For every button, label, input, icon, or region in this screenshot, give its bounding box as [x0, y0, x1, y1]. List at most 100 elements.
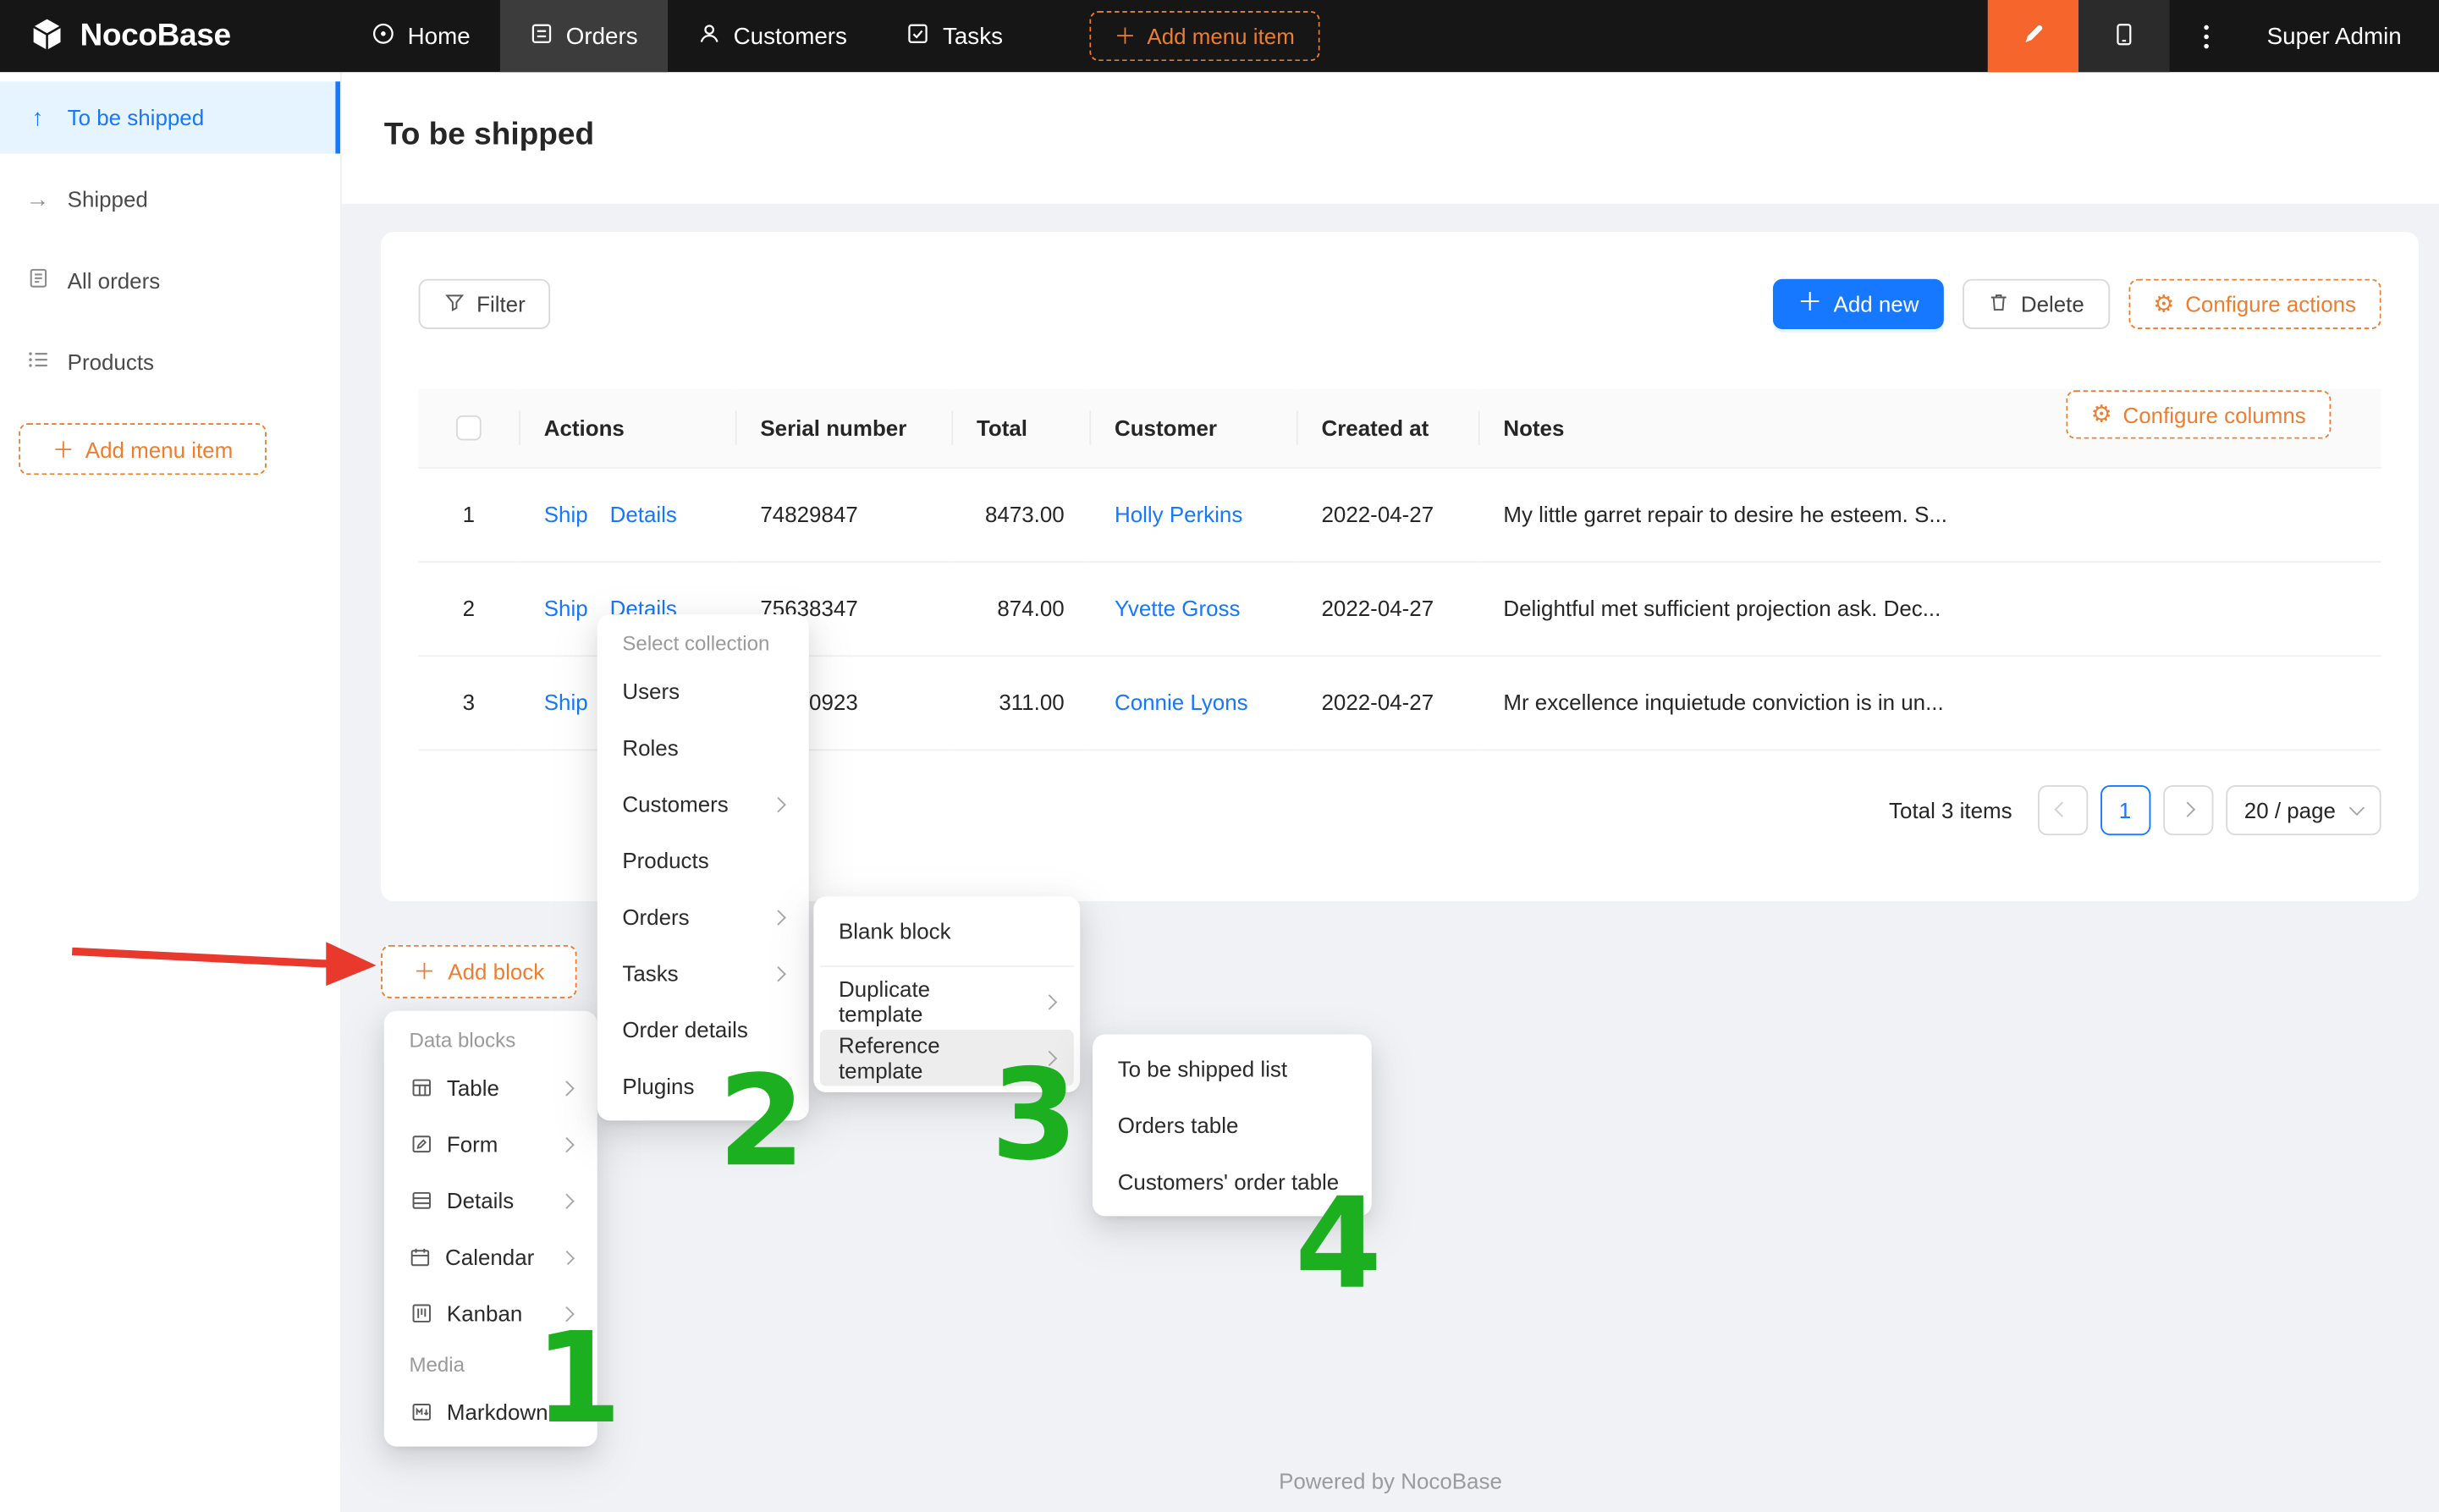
plus-icon: ＋	[1798, 292, 1823, 317]
customers-icon	[697, 21, 721, 51]
cube-logo-icon	[28, 15, 65, 58]
calendar-icon	[409, 1246, 431, 1268]
gear-icon: ⚙	[2153, 292, 2174, 316]
nav-item-home[interactable]: Home	[342, 0, 500, 72]
ui-editor-button[interactable]	[1988, 0, 2078, 72]
annotation-step-3: 3	[991, 1053, 1078, 1179]
filter-button[interactable]: Filter	[419, 279, 551, 329]
app-root: NocoBase Home Orders Customers	[0, 0, 2439, 1512]
pagination-page-1[interactable]: 1	[2100, 784, 2150, 834]
chevron-right-icon	[770, 965, 785, 981]
mobile-icon	[2111, 21, 2137, 51]
page-title: To be shipped	[384, 118, 2439, 154]
nav-item-orders[interactable]: Orders	[500, 0, 668, 72]
customer-link[interactable]: Holly Perkins	[1115, 502, 1242, 527]
total-cell: 874.00	[951, 561, 1089, 655]
plus-icon: ＋	[414, 956, 436, 987]
logo-text: NocoBase	[80, 18, 230, 54]
menu-item-details[interactable]: Details	[390, 1173, 591, 1229]
table-toolbar: Filter ＋ Add new Delete ⚙	[419, 279, 2381, 329]
menu-item-calendar[interactable]: Calendar	[390, 1229, 591, 1285]
menu-item-blank-block[interactable]: Blank block	[820, 903, 1074, 959]
menu-item-tasks[interactable]: Tasks	[603, 945, 802, 1002]
arrow-right-icon: →	[25, 185, 51, 212]
ship-action-link[interactable]: Ship	[544, 596, 588, 621]
kanban-icon	[409, 1302, 432, 1324]
sidebar-item-to-be-shipped[interactable]: ↑ To be shipped	[0, 81, 340, 153]
file-icon	[25, 266, 51, 295]
menu-item-orders-table[interactable]: Orders table	[1098, 1097, 1365, 1154]
nav-item-tasks[interactable]: Tasks	[877, 0, 1032, 72]
menu-item-customers[interactable]: Customers	[603, 776, 802, 833]
table-icon	[409, 1077, 432, 1099]
add-new-button[interactable]: ＋ Add new	[1772, 279, 1944, 329]
user-menu[interactable]: Super Admin	[2242, 0, 2439, 72]
select-all-checkbox[interactable]	[456, 415, 482, 440]
menu-item-orders[interactable]: Orders	[603, 888, 802, 945]
created-at-cell: 2022-04-27	[1297, 561, 1478, 655]
row-index: 2	[419, 561, 520, 655]
chevron-right-icon	[559, 1193, 574, 1208]
toolbar-right: ＋ Add new Delete ⚙ Configure actions	[1772, 279, 2381, 329]
mobile-client-button[interactable]	[2078, 0, 2169, 72]
customer-link[interactable]: Connie Lyons	[1115, 690, 1248, 715]
menu-section-header: Select collection	[603, 621, 802, 663]
ship-action-link[interactable]: Ship	[544, 690, 588, 715]
chevron-right-icon	[560, 1250, 575, 1264]
menu-item-roles[interactable]: Roles	[603, 719, 802, 776]
menu-section-header: Data blocks	[390, 1017, 591, 1059]
delete-button[interactable]: Delete	[1963, 279, 2109, 329]
add-block-button[interactable]: ＋ Add block	[381, 945, 577, 998]
configure-actions-button[interactable]: ⚙ Configure actions	[2128, 279, 2381, 329]
menu-item-form[interactable]: Form	[390, 1116, 591, 1173]
home-icon	[372, 21, 395, 51]
sidebar: ↑ To be shipped → Shipped All orders Pro…	[0, 72, 342, 1512]
menu-item-duplicate-template[interactable]: Duplicate template	[820, 973, 1074, 1030]
gear-icon: ⚙	[2091, 403, 2112, 426]
sidebar-item-all-orders[interactable]: All orders	[0, 245, 340, 316]
page-size-select[interactable]: 20 / page	[2226, 784, 2381, 834]
total-cell: 311.00	[951, 655, 1089, 749]
th-serial-number: Serial number	[735, 388, 952, 467]
row-index: 1	[419, 467, 520, 561]
th-select	[419, 388, 520, 467]
highlighter-icon	[2020, 20, 2046, 52]
top-navbar: NocoBase Home Orders Customers	[0, 0, 2439, 72]
details-action-link[interactable]: Details	[610, 502, 677, 527]
pagination-total: Total 3 items	[1889, 797, 2012, 822]
chevron-right-icon	[2180, 802, 2195, 817]
sidebar-add-menu-item-button[interactable]: ＋ Add menu item	[19, 423, 267, 475]
kebab-menu-icon[interactable]	[2170, 0, 2242, 72]
ship-action-link[interactable]: Ship	[544, 502, 588, 527]
sidebar-item-products[interactable]: Products	[0, 326, 340, 398]
red-arrow-annotation	[63, 928, 384, 998]
tasks-icon	[906, 21, 930, 51]
menu-item-users[interactable]: Users	[603, 663, 802, 720]
nav-add-menu-item-button[interactable]: ＋ Add menu item	[1089, 11, 1320, 61]
menu-divider	[820, 965, 1074, 967]
menu-item-products[interactable]: Products	[603, 833, 802, 889]
annotation-step-1: 1	[535, 1317, 622, 1442]
pagination-prev-button[interactable]	[2037, 784, 2087, 834]
menu-item-to-be-shipped-list[interactable]: To be shipped list	[1098, 1041, 1365, 1097]
created-at-cell: 2022-04-27	[1297, 467, 1478, 561]
nocobase-logo[interactable]: NocoBase	[0, 0, 342, 72]
details-icon	[409, 1190, 432, 1212]
notes-cell: Mr excellence inquietude conviction is i…	[1478, 655, 2381, 749]
select-collection-menu: Select collection Users Roles Customers …	[597, 614, 809, 1120]
chevron-right-icon	[770, 796, 785, 811]
plus-icon: ＋	[52, 433, 74, 465]
customer-link[interactable]: Yvette Gross	[1115, 596, 1240, 621]
chevron-right-icon	[1042, 994, 1057, 1009]
list-icon	[25, 347, 51, 377]
nav-item-customers[interactable]: Customers	[668, 0, 877, 72]
orders-icon	[530, 21, 553, 51]
configure-columns-button[interactable]: ⚙ Configure columns	[2066, 390, 2331, 438]
menu-item-table[interactable]: Table	[390, 1059, 591, 1116]
th-created-at: Created at	[1297, 388, 1478, 467]
pagination-next-button[interactable]	[2162, 784, 2212, 834]
sidebar-item-shipped[interactable]: → Shipped	[0, 163, 340, 235]
th-total: Total	[951, 388, 1089, 467]
th-customer: Customer	[1089, 388, 1297, 467]
annotation-step-2: 2	[718, 1059, 805, 1185]
